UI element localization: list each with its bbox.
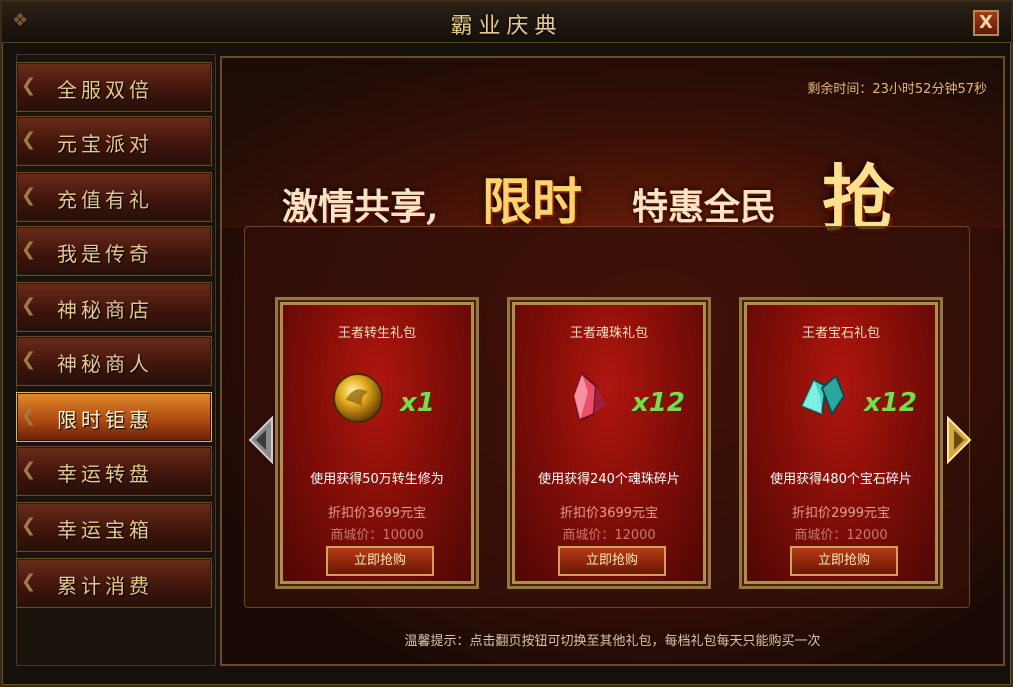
ornament-icon: ❮ [21, 185, 37, 206]
ornament-icon: ❮ [21, 239, 37, 260]
mall-price: 商城价：12000 [562, 528, 656, 543]
ornament-icon: ❮ [21, 129, 37, 150]
sidebar-item-label: 累计消费 [57, 574, 153, 598]
sidebar-item-mystery-merchant[interactable]: ❮ 神秘商人 [16, 336, 212, 386]
gift-quantity: x12 [864, 388, 917, 418]
countdown-timer: 剩余时间：23小时52分钟57秒 [807, 82, 987, 97]
event-window: ❖ 霸业庆典 X ❮ 全服双倍 ❮ 元宝派对 ❮ 充值有礼 ❮ 我是传奇 ❮ 神… [0, 0, 1013, 687]
ornament-icon: ❮ [21, 571, 37, 592]
sidebar-item-lucky-chest[interactable]: ❮ 幸运宝箱 [16, 502, 212, 552]
ornament-icon: ❮ [21, 295, 37, 316]
red-crystal-icon [572, 372, 606, 422]
sidebar-item-label: 幸运转盘 [57, 462, 153, 486]
hint-text: 温馨提示：点击翻页按钮可切换至其他礼包，每档礼包每天只能购买一次 [404, 634, 821, 649]
discount-price: 折扣价3699元宝 [327, 506, 427, 521]
sidebar-item-mystery-shop[interactable]: ❮ 神秘商店 [16, 282, 212, 332]
event-content: 剩余时间：23小时52分钟57秒 激情共享, 限时 特惠全民 抢 王者转生礼包 … [220, 56, 1005, 666]
ornament-icon: ❮ [21, 459, 37, 480]
banner-text-1: 激情共享, [282, 186, 439, 228]
buy-now-button[interactable]: 立即抢购 [558, 546, 666, 576]
buy-now-button[interactable]: 立即抢购 [790, 546, 898, 576]
gift-description: 使用获得50万转生修为 [310, 472, 444, 487]
gift-description: 使用获得240个魂珠碎片 [538, 472, 680, 487]
ornament-icon: ❮ [21, 75, 37, 96]
sidebar-item-label: 限时钜惠 [57, 408, 153, 432]
discount-price: 折扣价2999元宝 [791, 506, 891, 521]
sidebar-item-recharge-gift[interactable]: ❮ 充值有礼 [16, 172, 212, 222]
gift-card-title: 王者转生礼包 [337, 326, 416, 341]
buy-now-button[interactable]: 立即抢购 [326, 546, 434, 576]
gold-orb-icon [333, 373, 383, 423]
prev-page-arrow-icon[interactable] [248, 416, 274, 464]
cyan-crystal-icon [800, 374, 846, 417]
mall-price: 商城价：12000 [794, 528, 888, 543]
gift-card: 王者转生礼包 x1 使用获得50万转生修为 折扣价3699元宝 商城价：1000… [275, 297, 479, 589]
next-page-arrow-icon[interactable] [946, 416, 972, 464]
ornament-icon: ❮ [21, 515, 37, 536]
sidebar-item-label: 神秘商店 [57, 298, 153, 322]
sidebar-item-label: 我是传奇 [57, 242, 153, 266]
sidebar-item-label: 全服双倍 [57, 78, 153, 102]
sidebar-item-total-spend[interactable]: ❮ 累计消费 [16, 558, 212, 608]
ornament-icon: ❮ [21, 349, 37, 370]
sidebar-item-label: 充值有礼 [57, 188, 153, 212]
sidebar-item-label: 幸运宝箱 [57, 518, 153, 542]
gift-card-title: 王者宝石礼包 [801, 326, 880, 341]
gift-card-title: 王者魂珠礼包 [569, 326, 648, 341]
sidebar-item-ingot-party[interactable]: ❮ 元宝派对 [16, 116, 212, 166]
gift-card: 王者魂珠礼包 x12 使用获得240个魂珠碎片 折扣价3699元宝 商城价：12… [507, 297, 711, 589]
gift-description: 使用获得480个宝石碎片 [770, 472, 912, 487]
banner-text-2: 限时 [482, 172, 582, 231]
ornament-icon: ❮ [21, 405, 37, 426]
offers-panel: 王者转生礼包 x1 使用获得50万转生修为 折扣价3699元宝 商城价：1000… [244, 226, 970, 608]
gift-card: 王者宝石礼包 x12 使用获得480个宝石碎片 折扣价2999元宝 商城价：12… [739, 297, 943, 589]
banner-text-3: 特惠全民 [632, 186, 777, 228]
sidebar-item-label: 神秘商人 [57, 352, 153, 376]
close-button[interactable]: X [973, 10, 999, 36]
mall-price: 商城价：10000 [330, 528, 424, 543]
sidebar-item-double-exp[interactable]: ❮ 全服双倍 [16, 62, 212, 112]
sidebar-item-lucky-wheel[interactable]: ❮ 幸运转盘 [16, 446, 212, 496]
gift-quantity: x12 [632, 388, 685, 418]
title-bar: ❖ 霸业庆典 X [2, 2, 1011, 43]
sidebar-item-limited-offer[interactable]: ❮ 限时钜惠 [16, 392, 212, 442]
sidebar-item-label: 元宝派对 [57, 132, 153, 156]
window-title: 霸业庆典 [450, 14, 563, 39]
gift-quantity: x1 [400, 388, 435, 418]
sidebar-item-legend[interactable]: ❮ 我是传奇 [16, 226, 212, 276]
discount-price: 折扣价3699元宝 [559, 506, 659, 521]
